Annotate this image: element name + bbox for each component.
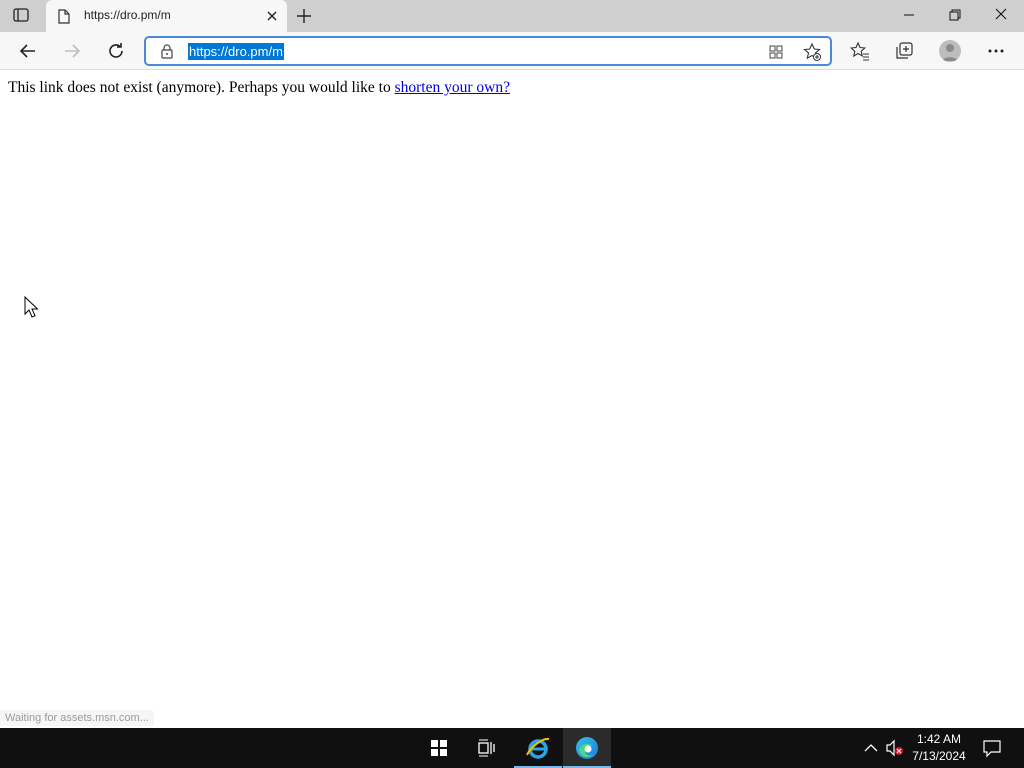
new-tab-icon[interactable] (295, 7, 313, 25)
mouse-cursor-icon (24, 295, 39, 323)
collections-icon[interactable] (894, 40, 916, 62)
show-hidden-icons-icon[interactable] (861, 738, 881, 758)
tab-strip: https://dro.pm/m (0, 0, 1024, 32)
clock-date: 7/13/2024 (912, 749, 966, 763)
page-icon (58, 9, 70, 29)
message-text: This link does not exist (anymore). Perh… (8, 79, 395, 96)
more-icon[interactable] (985, 40, 1007, 62)
notifications-icon[interactable] (982, 738, 1002, 758)
start-icon[interactable] (415, 728, 463, 768)
close-window-icon[interactable] (991, 6, 1011, 26)
refresh-icon[interactable] (105, 40, 127, 62)
page-content: This link does not exist (anymore). Perh… (0, 71, 1024, 728)
tab-actions-icon[interactable] (13, 8, 35, 24)
system-clock[interactable]: 1:42 AM 7/13/2024 (906, 731, 972, 765)
clock-time: 1:42 AM (916, 732, 962, 746)
internet-explorer-icon[interactable] (514, 728, 562, 768)
minimize-icon[interactable] (899, 6, 919, 26)
not-found-message: This link does not exist (anymore). Perh… (8, 79, 510, 97)
taskbar: 1:42 AM 7/13/2024 (0, 728, 1024, 768)
close-tab-icon[interactable] (265, 9, 279, 23)
add-favorite-icon[interactable] (802, 42, 822, 62)
shorten-link[interactable]: shorten your own? (395, 79, 510, 96)
restore-icon[interactable] (945, 6, 965, 26)
task-view-icon[interactable] (463, 728, 511, 768)
app-available-icon[interactable] (766, 42, 786, 62)
volume-muted-icon[interactable] (885, 738, 905, 758)
lock-icon[interactable] (160, 43, 174, 64)
browser-toolbar: https://dro.pm/m (0, 32, 1024, 70)
forward-icon[interactable] (61, 40, 83, 62)
tab-active[interactable]: https://dro.pm/m (46, 0, 287, 32)
address-bar[interactable]: https://dro.pm/m (144, 36, 832, 66)
favorites-icon[interactable] (849, 40, 871, 62)
address-url[interactable]: https://dro.pm/m (188, 43, 284, 60)
edge-icon[interactable] (563, 728, 611, 768)
status-bar: Waiting for assets.msn.com... (0, 710, 154, 726)
back-icon[interactable] (17, 40, 39, 62)
tab-title: https://dro.pm/m (84, 8, 171, 22)
profile-icon[interactable] (939, 40, 961, 62)
